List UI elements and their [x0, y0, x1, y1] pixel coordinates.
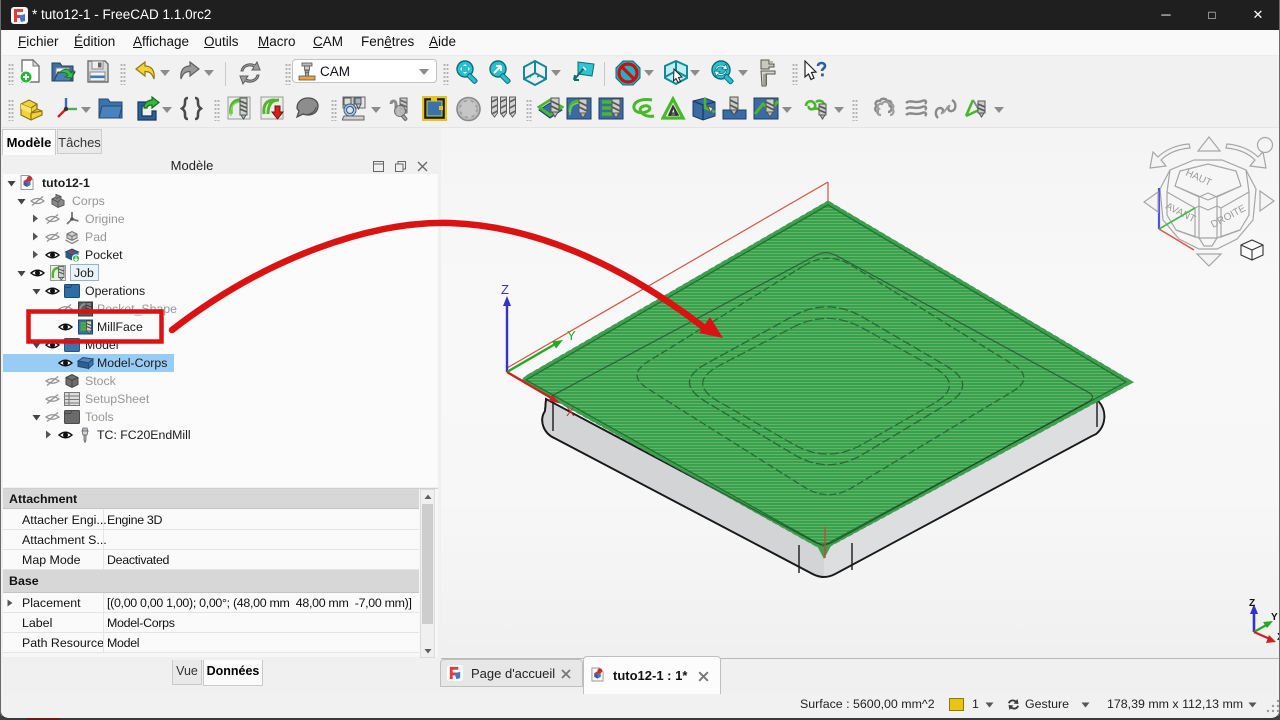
svg-text:Z: Z — [1249, 598, 1255, 609]
svg-text:Y: Y — [567, 328, 576, 343]
svg-text:Y: Y — [1271, 612, 1278, 623]
svg-text:X: X — [566, 404, 575, 419]
svg-text:Z: Z — [501, 282, 509, 297]
svg-text:A: A — [669, 105, 678, 119]
